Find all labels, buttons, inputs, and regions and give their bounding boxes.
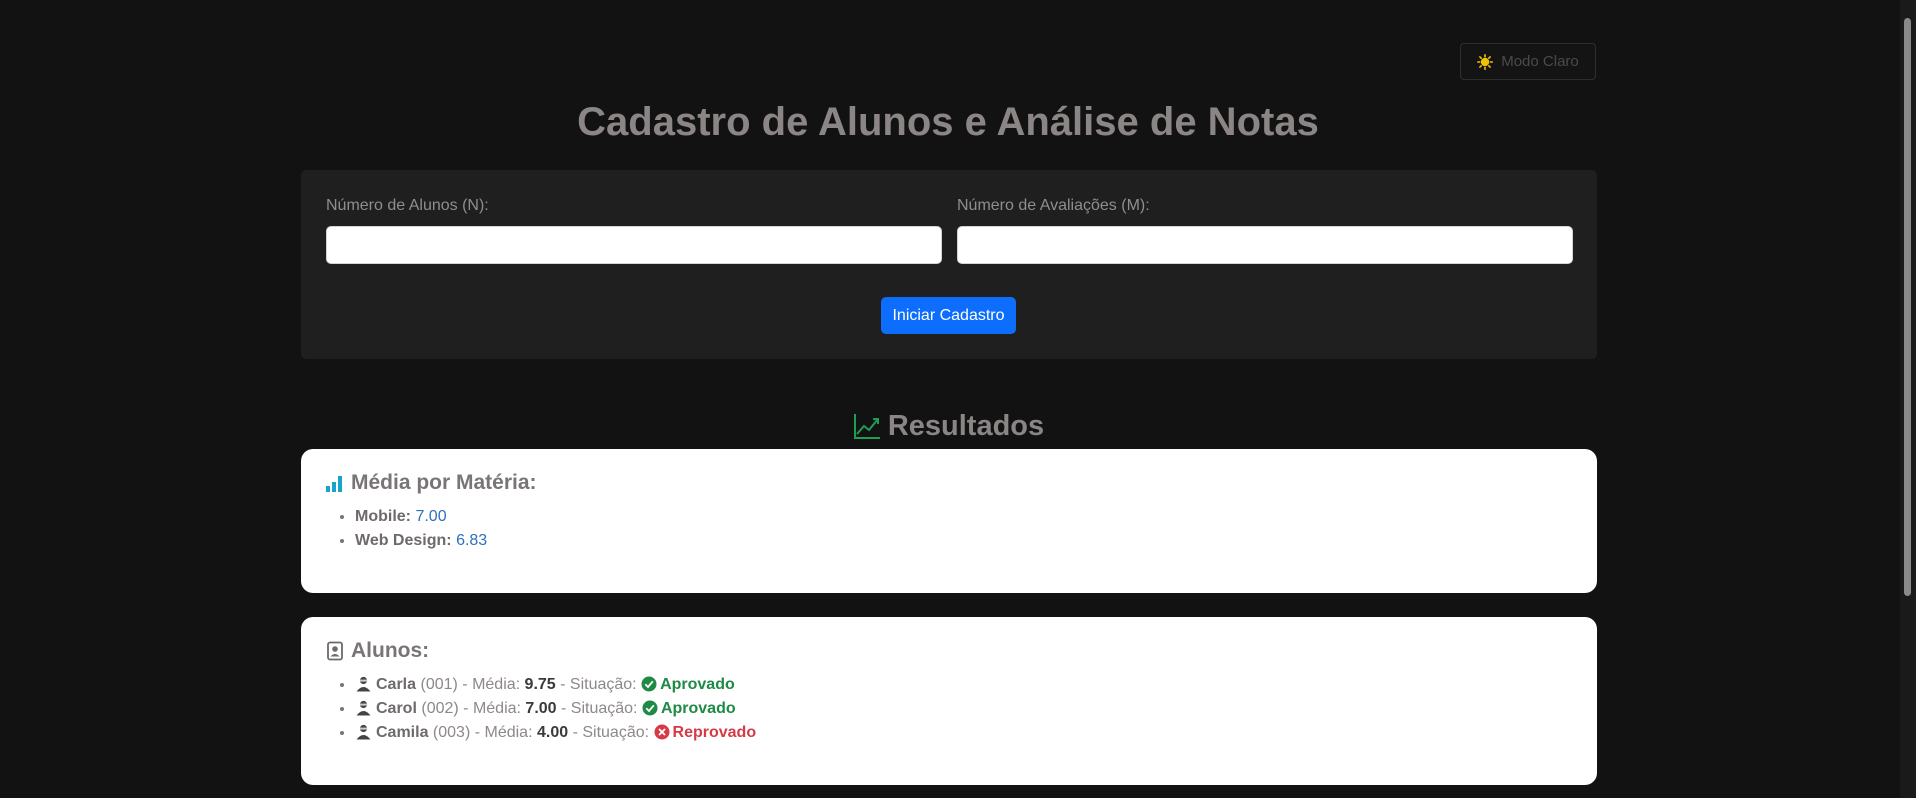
evaluations-count-input[interactable] [957, 226, 1573, 264]
page-scrollbar[interactable] [1900, 0, 1916, 798]
student-icon [356, 724, 371, 740]
theme-toggle-button[interactable]: Modo Claro [1460, 43, 1596, 80]
subject-mean-value: 7.00 [415, 508, 447, 525]
subject-means-title-text: Média por Matéria: [351, 471, 537, 494]
student-mean: 4.00 [536, 724, 569, 741]
check-circle-icon [641, 676, 657, 692]
registration-form: Número de Alunos (N): Número de Avaliaçõ… [301, 170, 1597, 359]
subject-name: Web Design: [355, 532, 452, 549]
students-count-input[interactable] [326, 226, 942, 264]
students-card: Alunos: Carla (001) - Média: 9.75 - Situ… [301, 617, 1597, 785]
scrollbar-thumb[interactable] [1904, 18, 1911, 596]
results-title: Resultados [887, 409, 1045, 442]
subject-means-title: Média por Matéria: [325, 471, 537, 495]
student-id: (002) [421, 700, 459, 717]
subject-means-card: Média por Matéria: Mobile: 7.00 Web Desi… [301, 449, 1597, 593]
students-count-label: Número de Alunos (N): [326, 197, 489, 214]
student-name: Carla [376, 676, 417, 693]
status-badge: Aprovado [660, 676, 735, 693]
theme-toggle-label: Modo Claro [1501, 53, 1579, 70]
student-icon [356, 700, 371, 716]
subject-name: Mobile: [355, 508, 411, 525]
evaluations-count-label: Número de Avaliações (M): [957, 197, 1150, 214]
mean-label: Média: [484, 724, 533, 741]
status-label: Situação: [570, 700, 638, 717]
student-mean: 9.75 [524, 676, 556, 693]
list-item: Camila (003) - Média: 4.00 - Situação: R… [355, 721, 756, 745]
students-title-text: Alunos: [351, 639, 430, 662]
student-id: (001) [420, 676, 458, 693]
status-badge: Reprovado [672, 724, 757, 741]
student-mean: 7.00 [525, 700, 557, 717]
check-circle-icon [642, 700, 658, 716]
student-id: (003) [432, 724, 471, 741]
list-item: Carla (001) - Média: 9.75 - Situação: Ap… [355, 673, 756, 697]
student-name: Camila [376, 724, 429, 741]
status-label: Situação: [569, 676, 637, 693]
id-badge-icon [327, 641, 343, 661]
status-badge: Aprovado [660, 700, 736, 717]
student-name: Carol [376, 700, 417, 717]
subject-mean-value: 6.83 [456, 532, 488, 549]
x-circle-icon [654, 724, 670, 740]
page-title: Cadastro de Alunos e Análise de Notas [577, 100, 1319, 144]
mean-label: Média: [472, 700, 521, 717]
start-registration-button[interactable]: Iniciar Cadastro [881, 297, 1016, 334]
page: Modo Claro Cadastro de Alunos e Análise … [0, 0, 1916, 798]
subject-means-list: Mobile: 7.00 Web Design: 6.83 [331, 505, 487, 553]
list-item: Mobile: 7.00 [355, 505, 487, 529]
student-icon [356, 676, 371, 692]
line-chart-icon [853, 414, 880, 439]
students-list: Carla (001) - Média: 9.75 - Situação: Ap… [331, 673, 756, 745]
list-item: Carol (002) - Média: 7.00 - Situação: Ap… [355, 697, 756, 721]
status-label: Situação: [582, 724, 650, 741]
students-title: Alunos: [325, 639, 429, 663]
mean-label: Média: [472, 676, 521, 693]
bar-chart-icon [326, 476, 342, 492]
list-item: Web Design: 6.83 [355, 529, 487, 553]
results-heading: Resultados [0, 406, 1896, 446]
sun-icon [1477, 53, 1494, 70]
